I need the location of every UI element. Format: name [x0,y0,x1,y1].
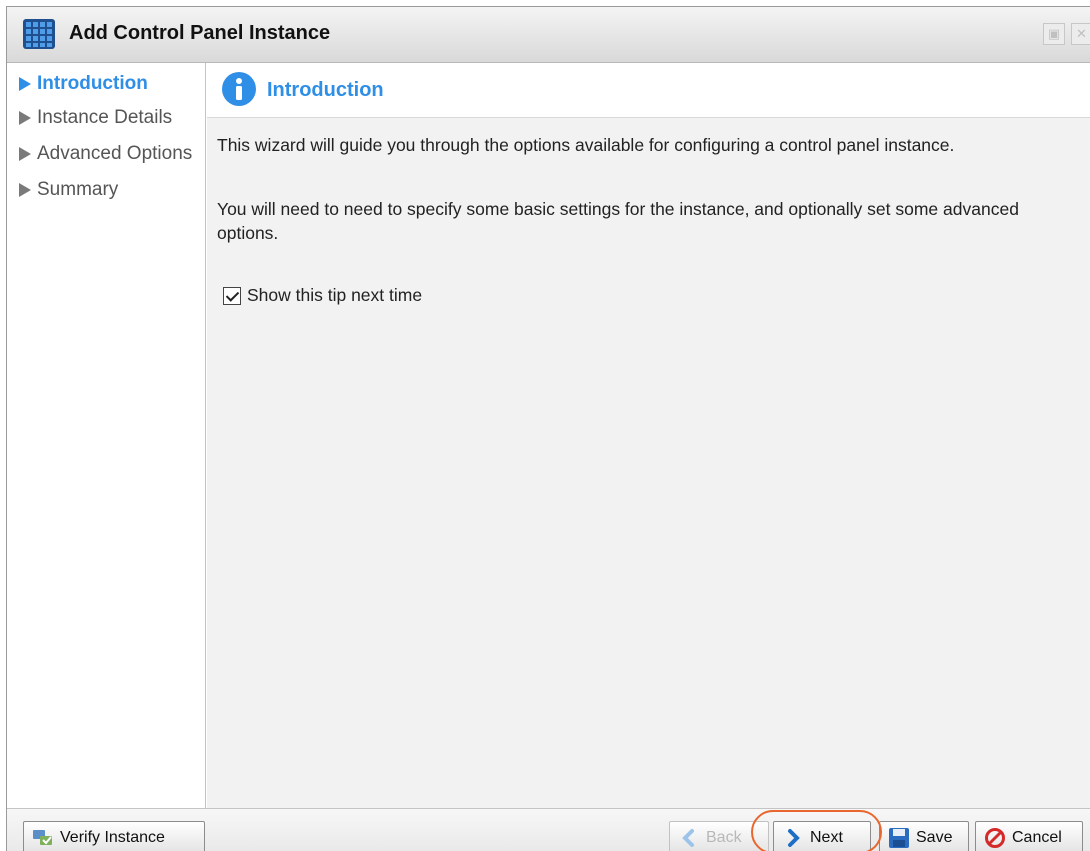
verify-instance-label: Verify Instance [60,828,165,846]
wizard-steps-sidebar: Introduction Instance Details Advanced O… [7,63,206,808]
step-arrow-icon [19,111,31,125]
wizard-content-panel: Introduction This wizard will guide you … [207,63,1090,808]
wizard-footer: Verify Instance Back Next Save Cancel [7,808,1090,851]
verify-instance-button[interactable]: Verify Instance [23,821,205,851]
floppy-disk-icon [889,827,909,848]
cancel-label: Cancel [1012,828,1062,846]
save-label: Save [916,828,953,846]
settings-paragraph: You will need to need to specify some ba… [217,199,1019,243]
intro-paragraph: This wizard will guide you through the o… [217,135,955,155]
save-button[interactable]: Save [879,821,969,851]
sidebar-item-label: Summary [37,179,119,200]
close-icon: ✕ [1076,26,1087,41]
content-header: Introduction [207,63,1090,118]
info-icon [222,72,256,106]
maximize-button[interactable]: ▣ [1043,23,1065,45]
cancel-button[interactable]: Cancel [975,821,1083,851]
control-panel-grid-icon [23,19,55,49]
show-tip-checkbox-row[interactable]: Show this tip next time [223,285,422,306]
verify-instance-icon [33,829,52,845]
content-title: Introduction [267,79,384,101]
sidebar-item-advanced-options[interactable]: Advanced Options [19,141,192,167]
step-arrow-icon [19,77,31,91]
no-entry-icon [985,827,1005,848]
show-tip-checkbox[interactable] [223,286,241,305]
chevron-left-icon [682,828,694,847]
next-button[interactable]: Next [773,821,871,851]
next-label: Next [810,828,843,846]
wizard-window: Add Control Panel Instance ▣ ✕ Introduct… [6,6,1090,851]
title-bar[interactable]: Add Control Panel Instance ▣ ✕ [7,7,1090,63]
maximize-icon: ▣ [1047,26,1061,41]
sidebar-item-label: Advanced Options [37,143,193,164]
show-tip-label: Show this tip next time [247,285,423,305]
sidebar-item-instance-details[interactable]: Instance Details [19,105,172,131]
back-label: Back [706,828,742,846]
sidebar-item-label: Introduction [37,73,148,94]
sidebar-item-label: Instance Details [37,107,173,128]
step-arrow-icon [19,147,31,161]
sidebar-item-summary[interactable]: Summary [19,177,118,203]
close-button[interactable]: ✕ [1071,23,1090,45]
window-title: Add Control Panel Instance [69,22,331,44]
sidebar-item-introduction[interactable]: Introduction [19,71,148,97]
chevron-right-icon [788,828,800,847]
step-arrow-icon [19,183,31,197]
back-button[interactable]: Back [669,821,769,851]
